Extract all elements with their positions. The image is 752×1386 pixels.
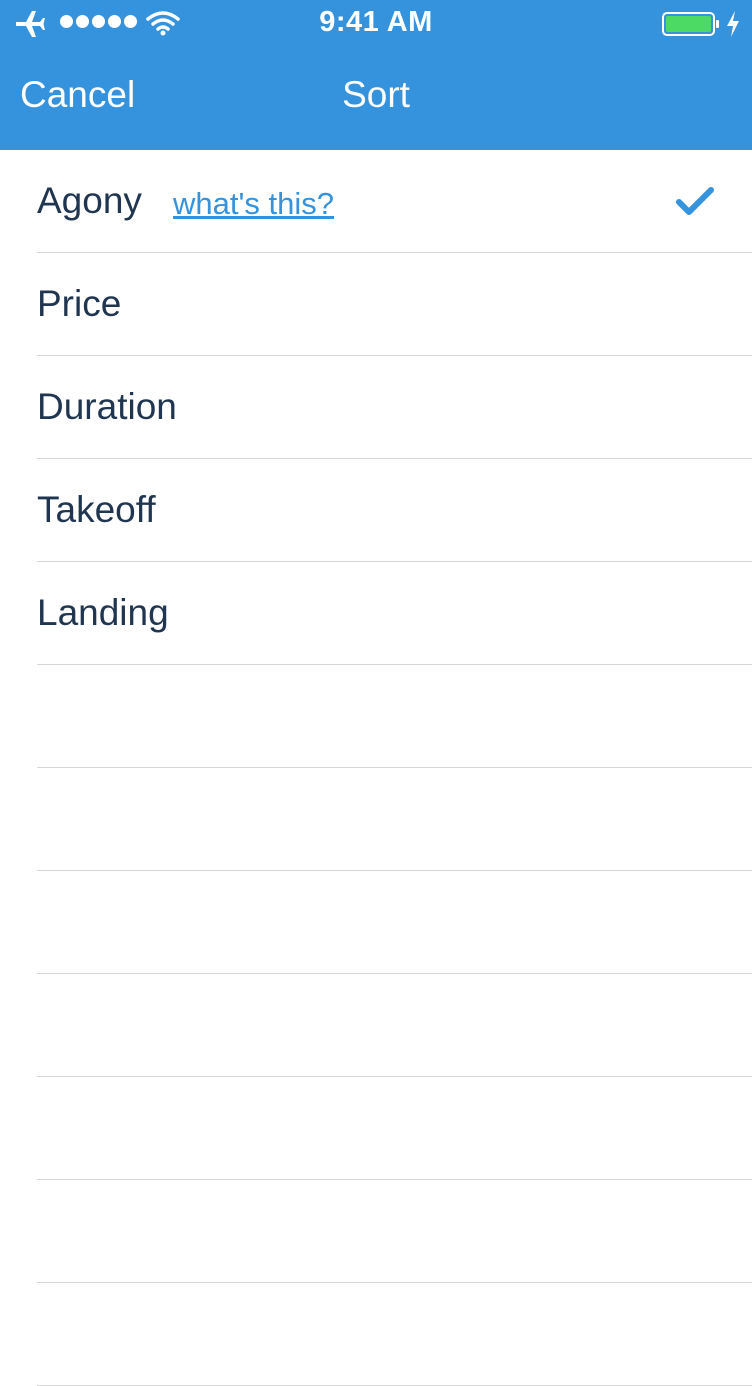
sort-option-price[interactable]: Price: [0, 253, 752, 356]
bolt-icon: [727, 11, 739, 37]
sort-option-label: Landing: [37, 592, 169, 633]
sort-option-takeoff[interactable]: Takeoff: [0, 459, 752, 562]
battery-icon: [662, 12, 719, 36]
sort-option-agony[interactable]: Agony what's this?: [0, 150, 752, 253]
sort-option-label: Duration: [37, 386, 177, 427]
status-time: 9:41 AM: [319, 6, 433, 38]
sort-option-label: Price: [37, 283, 122, 324]
empty-row: [0, 1283, 752, 1386]
empty-row: [0, 1077, 752, 1180]
sort-options-list: Agony what's this? Price Duration Takeof…: [0, 150, 752, 1386]
sort-option-duration[interactable]: Duration: [0, 356, 752, 459]
sort-option-label: Agony: [37, 180, 142, 221]
empty-row: [0, 871, 752, 974]
status-bar: 9:41 AM: [0, 0, 752, 48]
cancel-button[interactable]: Cancel: [20, 74, 135, 116]
sort-option-label: Takeoff: [37, 489, 156, 530]
whats-this-link[interactable]: what's this?: [173, 186, 334, 222]
empty-row: [0, 665, 752, 768]
nav-bar: Cancel Sort: [0, 48, 752, 150]
checkmark-icon: [676, 187, 714, 215]
sort-option-landing[interactable]: Landing: [0, 562, 752, 665]
empty-row: [0, 974, 752, 1077]
header: 9:41 AM Cancel Sort: [0, 0, 752, 150]
empty-row: [0, 1180, 752, 1283]
empty-row: [0, 768, 752, 871]
